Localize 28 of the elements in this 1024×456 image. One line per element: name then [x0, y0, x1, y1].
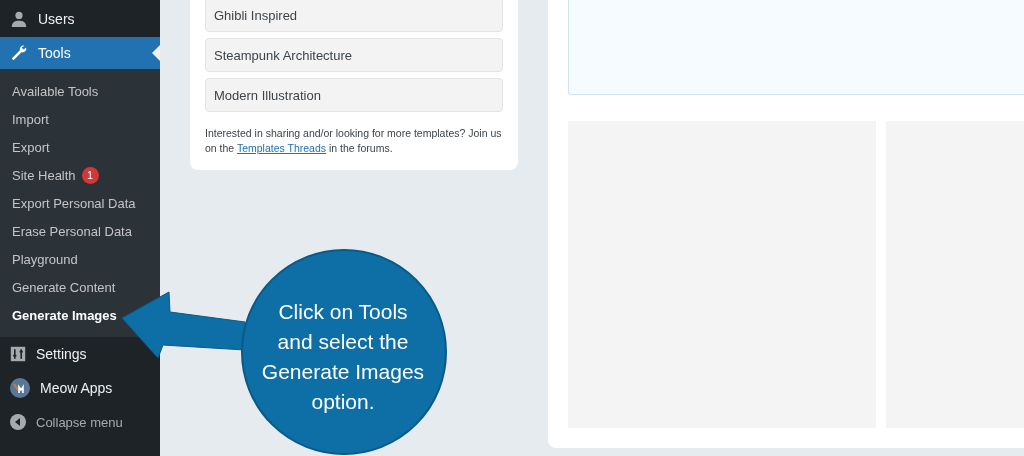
template-button[interactable]: Steampunk Architecture — [205, 38, 503, 72]
menu-item[interactable]: Meow Apps — [0, 371, 123, 405]
submenu-item[interactable]: Import — [0, 105, 61, 133]
template-button[interactable]: Ghibli Inspired — [205, 0, 503, 32]
menu-item[interactable]: Settings — [0, 337, 97, 371]
submenu-item[interactable]: Generate Images — [0, 301, 129, 329]
collapse-menu-button[interactable]: Collapse menu — [0, 405, 160, 439]
callout-text: Click on Tools and select the Generate Images option. — [260, 299, 426, 415]
menu-item[interactable]: Tools — [0, 37, 160, 69]
submenu-item[interactable]: Playground — [0, 245, 90, 273]
app-logo-icon — [10, 378, 30, 398]
template-button[interactable]: Modern Illustration — [205, 78, 503, 112]
templates-link[interactable]: Templates Threads — [236, 142, 327, 154]
wrench-icon — [10, 44, 28, 62]
user-icon — [10, 9, 28, 28]
menu-item[interactable]: Users — [0, 0, 85, 37]
submenu-item[interactable]: Site Health 1 — [0, 161, 111, 189]
sliders-icon — [10, 346, 26, 362]
submenu-item[interactable]: Generate Content — [0, 273, 128, 301]
collapse-icon — [10, 414, 26, 430]
count-badge: 1 — [81, 166, 99, 184]
submenu-item[interactable]: Export — [0, 133, 62, 161]
prompt-field[interactable] — [568, 0, 1024, 95]
submenu-item[interactable]: Erase Personal Data — [0, 217, 144, 245]
submenu-item[interactable]: Export Personal Data — [0, 189, 148, 217]
submenu-item[interactable]: Available Tools — [0, 77, 111, 105]
pointer-icon — [152, 45, 160, 61]
templates-note: Interested in sharing and/or looking for more templates? Join us on the Templates Threads in the forums. — [205, 126, 503, 156]
